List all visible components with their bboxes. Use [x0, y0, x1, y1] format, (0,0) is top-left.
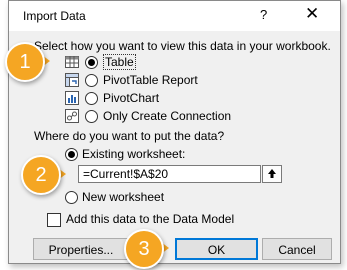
option-table-label: Table [103, 54, 136, 70]
properties-button[interactable]: Properties... [33, 238, 129, 260]
title-bar: Import Data ? ✕ [9, 1, 340, 31]
cancel-button[interactable]: Cancel [262, 238, 332, 260]
connection-icon [65, 109, 79, 123]
collapse-arrow-icon [268, 169, 276, 178]
radio-existing-worksheet[interactable] [65, 148, 78, 161]
import-data-dialog: Import Data ? ✕ Select how you want to v… [8, 0, 341, 264]
callout-3-badge: 3 [124, 229, 164, 269]
pivottable-icon [65, 73, 79, 87]
radio-new-worksheet[interactable] [65, 191, 78, 204]
callout-2-badge: 2 [21, 155, 61, 195]
dialog-title: Import Data [23, 9, 86, 23]
ok-button[interactable]: OK [175, 238, 258, 260]
close-button[interactable]: ✕ [305, 4, 319, 24]
view-prompt: Select how you want to view this data in… [34, 39, 331, 53]
option-pivottable-label: PivotTable Report [103, 73, 198, 87]
new-worksheet-label: New worksheet [82, 190, 165, 204]
location-prompt: Where do you want to put the data? [34, 129, 225, 143]
option-table-label-wrap: Table [103, 54, 136, 70]
radio-only-connection[interactable] [85, 110, 98, 123]
radio-pivotchart[interactable] [85, 92, 98, 105]
collapse-dialog-button[interactable] [262, 165, 282, 183]
pivotchart-icon [65, 91, 79, 105]
data-model-checkbox[interactable] [47, 213, 61, 227]
option-only-connection-label: Only Create Connection [103, 109, 232, 123]
radio-table[interactable] [85, 56, 98, 69]
help-button[interactable]: ? [260, 7, 267, 22]
radio-pivottable[interactable] [85, 74, 98, 87]
data-model-label: Add this data to the Data Model [66, 212, 235, 226]
option-pivotchart-label: PivotChart [103, 91, 160, 105]
existing-worksheet-label: Existing worksheet: [82, 147, 186, 161]
table-icon [65, 56, 79, 68]
range-input[interactable] [78, 165, 261, 183]
callout-1-badge: 1 [5, 42, 45, 82]
